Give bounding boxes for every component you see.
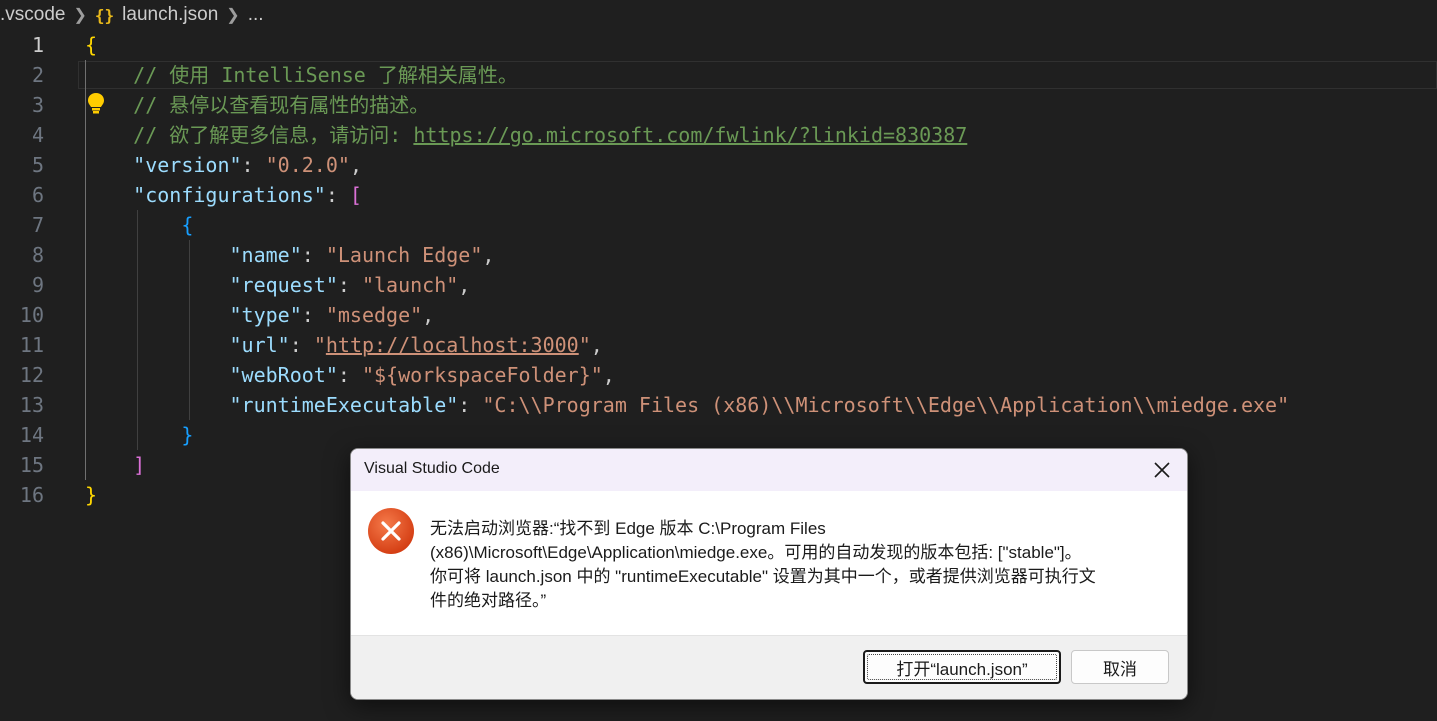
code-line: 6 "configurations": [ — [0, 180, 1437, 210]
json-key: "name" — [229, 243, 302, 267]
dialog-body: 无法启动浏览器:“找不到 Edge 版本 C:\Program Files (x… — [351, 491, 1187, 635]
json-key: "configurations" — [133, 183, 326, 207]
breadcrumb-file[interactable]: launch.json — [122, 4, 218, 26]
json-string: "launch" — [361, 273, 459, 297]
code-comment: // 悬停以查看现有属性的描述。 — [133, 93, 430, 117]
url-link[interactable]: http://localhost:3000 — [326, 333, 579, 357]
code-line: 1 { — [0, 30, 1437, 60]
breadcrumb: .vscode ❯ {} launch.json ❯ ... — [0, 0, 1437, 30]
code-line: 5 "version": "0.2.0", — [0, 150, 1437, 180]
chevron-right-icon: ❯ — [226, 7, 240, 24]
close-icon[interactable] — [1149, 457, 1175, 483]
line-number: 5 — [31, 153, 44, 177]
cancel-button[interactable]: 取消 — [1071, 650, 1169, 684]
line-number: 1 — [31, 33, 44, 57]
chevron-right-icon: ❯ — [73, 7, 87, 24]
code-token: { — [85, 33, 98, 57]
code-line: 12 "webRoot": "${workspaceFolder}", — [0, 360, 1437, 390]
code-line: 9 "request": "launch", — [0, 270, 1437, 300]
code-line: 11 "url": "http://localhost:3000", — [0, 330, 1437, 360]
line-number: 13 — [19, 393, 44, 417]
code-token: } — [181, 423, 194, 447]
line-number: 7 — [31, 213, 44, 237]
dialog-title: Visual Studio Code — [364, 460, 500, 477]
dialog-footer: 打开“launch.json” 取消 — [351, 635, 1187, 699]
json-key: "request" — [229, 273, 338, 297]
code-comment: // 欲了解更多信息，请访问: — [133, 123, 414, 147]
json-key: "version" — [133, 153, 242, 177]
line-number: 9 — [31, 273, 44, 297]
json-key: "webRoot" — [229, 363, 338, 387]
line-number: 4 — [31, 123, 44, 147]
line-number: 3 — [31, 93, 44, 117]
json-file-icon: {} — [94, 5, 115, 25]
dialog-message: 无法启动浏览器:“找不到 Edge 版本 C:\Program Files (x… — [430, 517, 1170, 613]
focus-ring — [867, 654, 1057, 680]
breadcrumb-folder[interactable]: .vscode — [0, 4, 65, 26]
json-string: "msedge" — [325, 303, 423, 327]
line-number: 16 — [19, 483, 44, 507]
button-label: 取消 — [1103, 659, 1137, 679]
json-string: " — [578, 333, 591, 357]
code-token: [ — [349, 183, 362, 207]
line-number: 6 — [31, 183, 44, 207]
json-string: "0.2.0" — [265, 153, 350, 177]
message-line: 你可将 launch.json 中的 "runtimeExecutable" 设… — [430, 567, 1096, 586]
code-comment: // 使用 IntelliSense 了解相关属性。 — [133, 63, 518, 87]
line-number: 8 — [31, 243, 44, 267]
line-number: 14 — [19, 423, 44, 447]
error-dialog: Visual Studio Code 无法启动浏览器:“找不到 Edge 版本 … — [350, 448, 1188, 700]
message-line: 件的绝对路径。” — [430, 591, 547, 610]
json-key: "runtimeExecutable" — [229, 393, 459, 417]
code-line: 4 // 欲了解更多信息，请访问: https://go.microsoft.c… — [0, 120, 1437, 150]
code-line: 10 "type": "msedge", — [0, 300, 1437, 330]
error-icon — [368, 508, 414, 554]
code-token: ] — [133, 453, 146, 477]
dialog-titlebar[interactable]: Visual Studio Code — [351, 449, 1187, 491]
breadcrumb-symbols[interactable]: ... — [248, 4, 264, 26]
comment-link[interactable]: https://go.microsoft.com/fwlink/?linkid=… — [413, 123, 967, 147]
message-line: 无法启动浏览器:“找不到 Edge 版本 C:\Program Files — [430, 519, 826, 538]
code-line: 13 "runtimeExecutable": "C:\\Program Fil… — [0, 390, 1437, 420]
json-key: "url" — [229, 333, 290, 357]
message-line: (x86)\Microsoft\Edge\Application\miedge.… — [430, 543, 1082, 562]
line-number: 15 — [19, 453, 44, 477]
line-number: 10 — [19, 303, 44, 327]
code-line: 2 // 使用 IntelliSense 了解相关属性。 — [0, 60, 1437, 90]
line-number: 12 — [19, 363, 44, 387]
code-line: 14 } — [0, 420, 1437, 450]
json-string: " — [313, 333, 326, 357]
open-launch-json-button[interactable]: 打开“launch.json” — [863, 650, 1061, 684]
json-key: "type" — [229, 303, 302, 327]
code-line: 3 // 悬停以查看现有属性的描述。 — [0, 90, 1437, 120]
code-line: 8 "name": "Launch Edge", — [0, 240, 1437, 270]
json-string: "Launch Edge" — [325, 243, 483, 267]
line-number: 11 — [19, 333, 44, 357]
code-line: 7 { — [0, 210, 1437, 240]
code-token: } — [85, 483, 98, 507]
json-string: "${workspaceFolder}" — [361, 363, 603, 387]
json-string: "C:\\Program Files (x86)\\Microsoft\\Edg… — [482, 393, 1290, 417]
line-number: 2 — [31, 63, 44, 87]
code-token: { — [181, 213, 194, 237]
